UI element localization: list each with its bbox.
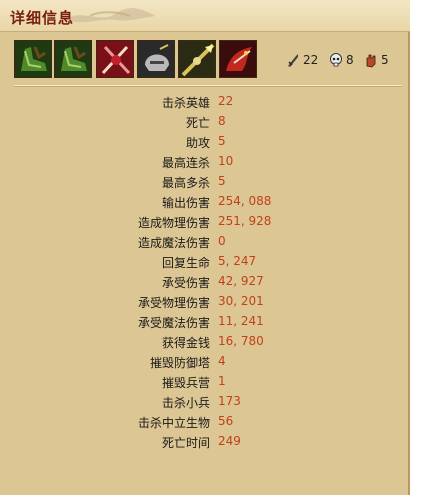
stat-value: 11, 241 (218, 314, 264, 328)
stat-row-barracks-destroyed: 摧毁兵营 1 (0, 372, 410, 392)
stat-value: 5, 247 (218, 254, 257, 268)
kills-count: 22 (303, 53, 319, 67)
stat-value: 249 (218, 434, 241, 448)
stat-label: 击杀小兵 (161, 396, 210, 410)
stat-label: 击杀英雄 (161, 96, 210, 110)
stat-row-towers-destroyed: 摧毁防御塔 4 (0, 352, 410, 372)
skull-icon (330, 53, 342, 67)
dragon-decoration-icon (65, 8, 156, 23)
stat-row-magic-taken: 承受魔法伤害 11, 241 (0, 312, 410, 332)
stat-value: 5 (218, 174, 226, 188)
stat-value: 173 (218, 394, 241, 408)
stat-row-healing: 回复生命 5, 247 (0, 252, 410, 272)
stat-label: 最高多杀 (161, 176, 210, 190)
stat-label: 造成魔法伤害 (137, 236, 210, 250)
stat-row-neutral-kills: 击杀中立生物 56 (0, 412, 410, 432)
stat-label: 击杀中立生物 (137, 416, 210, 430)
stat-value: 10 (218, 154, 234, 168)
hand-icon (366, 54, 376, 68)
stat-row-damage-taken: 承受伤害 42, 927 (0, 272, 410, 292)
stat-label: 死亡时间 (161, 436, 210, 450)
stat-row-physical-dealt: 造成物理伤害 251, 928 (0, 212, 410, 232)
item-slot-3[interactable] (96, 40, 134, 78)
stat-row-multi-kill: 最高多杀 5 (0, 172, 410, 192)
divider (14, 85, 402, 87)
stat-label: 承受伤害 (161, 276, 210, 290)
item-slot-6[interactable] (219, 40, 257, 78)
sword-icon (288, 54, 298, 67)
assists-stat: 5 (364, 51, 389, 69)
stat-value: 56 (218, 414, 234, 428)
stat-label: 承受魔法伤害 (137, 316, 210, 330)
green-boots-icon (15, 41, 51, 77)
stat-value: 5 (218, 134, 226, 148)
stat-value: 8 (218, 114, 226, 128)
stat-label: 输出伤害 (161, 196, 210, 210)
silver-helmet-icon (138, 41, 174, 77)
stat-value: 1 (218, 374, 226, 388)
deaths-count: 8 (346, 53, 354, 67)
stat-value: 30, 201 (218, 294, 264, 308)
stat-value: 0 (218, 234, 226, 248)
stat-value: 4 (218, 354, 226, 368)
golden-lance-icon (179, 41, 215, 77)
stat-row-death-time: 死亡时间 249 (0, 432, 410, 452)
stat-row-deaths: 死亡 8 (0, 112, 410, 132)
stat-label: 获得金钱 (161, 336, 210, 350)
stat-row-assists: 助攻 5 (0, 132, 410, 152)
stat-label: 回复生命 (161, 256, 210, 270)
stat-label: 死亡 (185, 116, 210, 130)
kills-stat: 22 (286, 51, 318, 69)
red-crossed-swords-icon (97, 41, 133, 77)
title-bar: 详细信息 (0, 0, 410, 32)
stat-label: 承受物理伤害 (137, 296, 210, 310)
item-slot-2[interactable] (54, 40, 92, 78)
stat-value: 42, 927 (218, 274, 264, 288)
item-slot-4[interactable] (137, 40, 175, 78)
stat-row-damage-dealt: 输出伤害 254, 088 (0, 192, 410, 212)
details-panel: 详细信息 22 8 5 击杀英雄 22 死亡 8 助攻 5 最高连杀 10 最高… (0, 0, 410, 495)
stat-label: 摧毁防御塔 (149, 356, 210, 370)
stat-row-kill-streak: 最高连杀 10 (0, 152, 410, 172)
stat-row-gold-earned: 获得金钱 16, 780 (0, 332, 410, 352)
green-boots-icon (55, 41, 91, 77)
item-slot-5[interactable] (178, 40, 216, 78)
stat-row-physical-taken: 承受物理伤害 30, 201 (0, 292, 410, 312)
stat-label: 助攻 (185, 136, 210, 150)
assists-count: 5 (381, 53, 389, 67)
deaths-stat: 8 (329, 51, 354, 69)
stat-value: 254, 088 (218, 194, 272, 208)
stat-row-hero-kills: 击杀英雄 22 (0, 92, 410, 112)
stat-row-magic-dealt: 造成魔法伤害 0 (0, 232, 410, 252)
page-title: 详细信息 (10, 9, 75, 27)
stat-row-creep-kills: 击杀小兵 173 (0, 392, 410, 412)
item-slot-1[interactable] (14, 40, 52, 78)
stat-value: 251, 928 (218, 214, 272, 228)
red-dragon-icon (220, 41, 256, 77)
stat-label: 造成物理伤害 (137, 216, 210, 230)
stat-value: 16, 780 (218, 334, 264, 348)
stat-label: 最高连杀 (161, 156, 210, 170)
stat-label: 摧毁兵营 (161, 376, 210, 390)
stat-value: 22 (218, 94, 234, 108)
item-bar: 22 8 5 (14, 40, 404, 84)
